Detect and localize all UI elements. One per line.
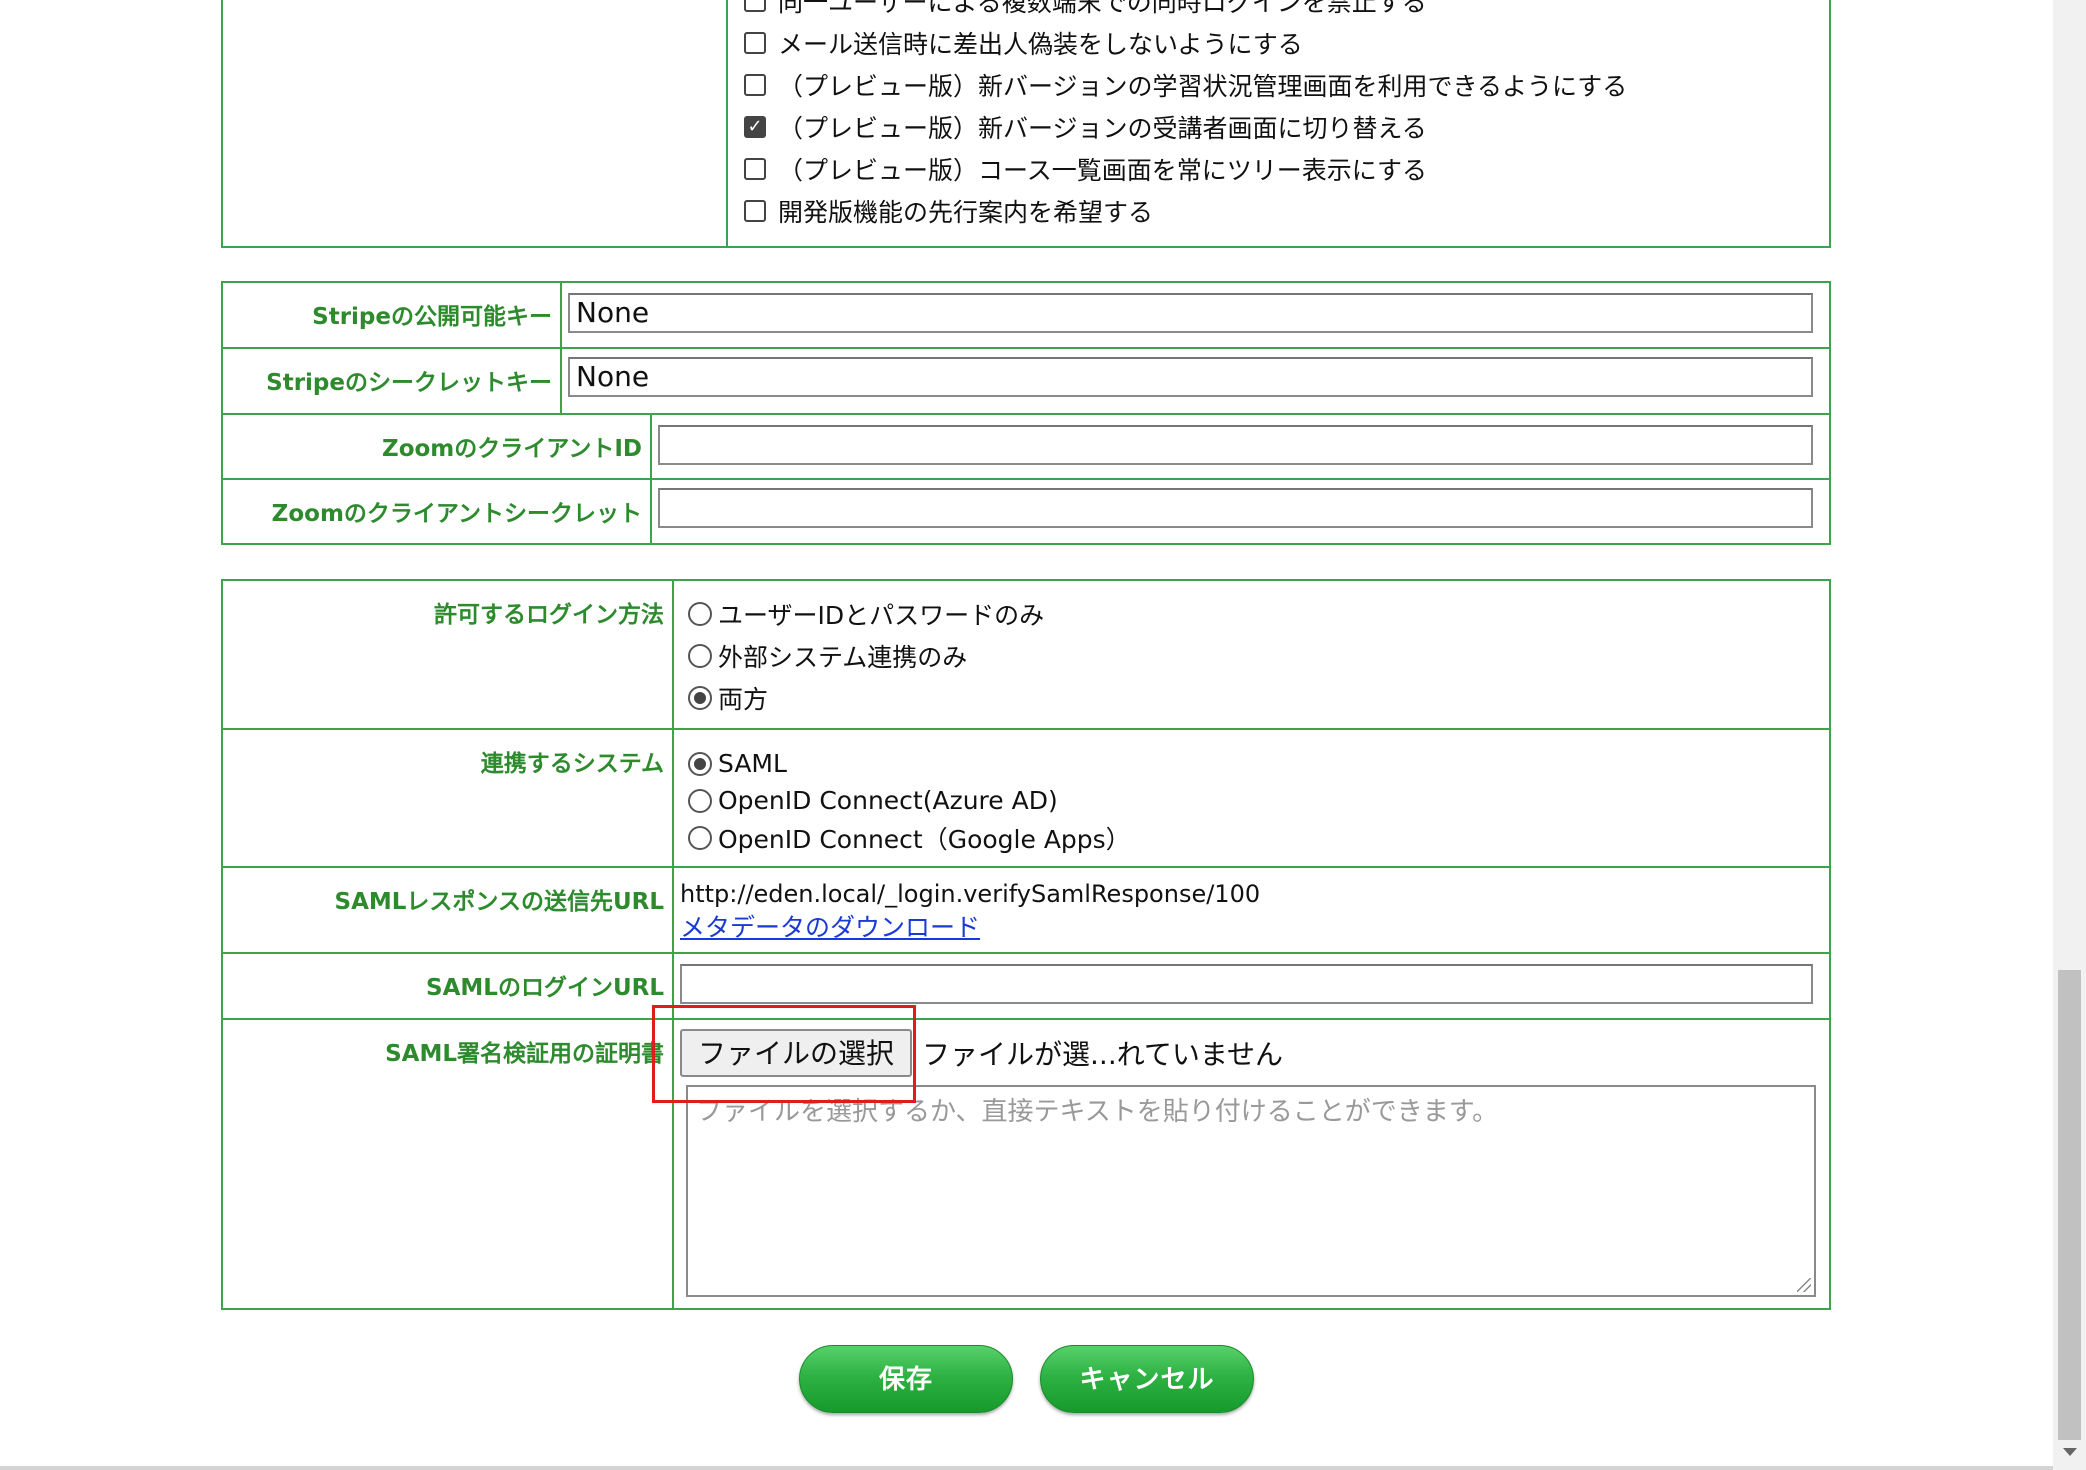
page: 同一ユーザーによる複数端末での同時ログインを禁止する メール送信時に差出人偽装を…	[0, 0, 2053, 1470]
option-row[interactable]: 開発版機能の先行案内を希望する	[728, 190, 1829, 232]
metadata-download-link[interactable]: メタデータのダウンロード	[674, 908, 1829, 944]
radio-selected[interactable]	[688, 751, 712, 776]
stripe-secret-key-label: Stripeのシークレットキー	[221, 347, 562, 415]
cert-textarea[interactable]: ファイルを選択するか、直接テキストを貼り付けることができます。	[686, 1085, 1816, 1297]
option-row[interactable]: 同一ユーザーによる複数端末での同時ログインを禁止する	[728, 0, 1829, 22]
vertical-scrollbar[interactable]	[2053, 0, 2086, 1470]
options-cell: 同一ユーザーによる複数端末での同時ログインを禁止する メール送信時に差出人偽装を…	[726, 0, 1831, 248]
zoom-client-id-input[interactable]	[658, 425, 1813, 465]
radio-label: SAML	[718, 749, 787, 778]
highlight-box	[652, 1005, 916, 1103]
linked-system-label: 連携するシステム	[221, 728, 674, 868]
zoom-client-secret-cell	[650, 478, 1831, 545]
option-row[interactable]: ✓ （プレビュー版）新バージョンの受講者画面に切り替える	[728, 106, 1829, 148]
radio-label: 外部システム連携のみ	[718, 643, 968, 672]
checkbox[interactable]	[744, 158, 766, 180]
option-label: メール送信時に差出人偽装をしないようにする	[778, 30, 1303, 59]
radio-label: OpenID Connect(Azure AD)	[718, 786, 1058, 815]
radio-option[interactable]: ユーザーIDとパスワードのみ	[674, 593, 1829, 635]
stripe-secret-key-cell: None	[560, 347, 1831, 415]
radio-option[interactable]: SAML	[674, 745, 1829, 782]
linked-system-cell: SAML OpenID Connect(Azure AD) OpenID Con…	[672, 728, 1831, 868]
zoom-client-secret-label: Zoomのクライアントシークレット	[221, 478, 652, 545]
save-button[interactable]: 保存	[799, 1345, 1013, 1413]
radio-option[interactable]: 両方	[674, 677, 1829, 719]
stripe-public-key-label: Stripeの公開可能キー	[221, 281, 562, 349]
checkbox[interactable]	[744, 32, 766, 54]
radio-selected[interactable]	[688, 686, 712, 710]
radio[interactable]	[688, 825, 712, 850]
radio-option[interactable]: OpenID Connect（Google Apps）	[674, 819, 1829, 856]
checkbox[interactable]	[744, 0, 766, 12]
saml-response-url-cell: http://eden.local/_login.verifySamlRespo…	[672, 866, 1831, 954]
radio[interactable]	[688, 644, 712, 668]
option-label: （プレビュー版）コース一覧画面を常にツリー表示にする	[778, 156, 1428, 185]
option-row[interactable]: （プレビュー版）新バージョンの学習状況管理画面を利用できるようにする	[728, 64, 1829, 106]
stripe-public-key-cell: None	[560, 281, 1831, 349]
resize-grip-icon[interactable]	[1797, 1278, 1811, 1292]
option-label: （プレビュー版）新バージョンの受講者画面に切り替える	[778, 114, 1427, 143]
radio-label: OpenID Connect（Google Apps）	[718, 824, 1131, 854]
scroll-down-arrow-icon[interactable]	[2063, 1448, 2077, 1456]
file-status: ファイルが選...れていません	[922, 1038, 1284, 1071]
radio[interactable]	[688, 788, 712, 813]
option-row[interactable]: （プレビュー版）コース一覧画面を常にツリー表示にする	[728, 148, 1829, 190]
radio-label: ユーザーIDとパスワードのみ	[718, 601, 1045, 630]
saml-response-url: http://eden.local/_login.verifySamlRespo…	[680, 880, 1261, 908]
zoom-table: ZoomのクライアントID Zoomのクライアントシークレット	[221, 413, 1831, 545]
option-label: 同一ユーザーによる複数端末での同時ログインを禁止する	[778, 0, 1427, 17]
scrollbar-thumb[interactable]	[2058, 970, 2081, 1440]
radio[interactable]	[688, 602, 712, 626]
radio-option[interactable]: 外部システム連携のみ	[674, 635, 1829, 677]
option-label: 開発版機能の先行案内を希望する	[778, 198, 1154, 227]
checkbox-checked[interactable]: ✓	[744, 116, 766, 138]
option-row[interactable]: メール送信時に差出人偽装をしないようにする	[728, 22, 1829, 64]
zoom-client-id-label: ZoomのクライアントID	[221, 413, 652, 480]
radio-option[interactable]: OpenID Connect(Azure AD)	[674, 782, 1829, 819]
login-method-cell: ユーザーIDとパスワードのみ 外部システム連携のみ 両方	[672, 579, 1831, 730]
zoom-client-secret-input[interactable]	[658, 488, 1813, 528]
stripe-secret-key-input[interactable]: None	[568, 357, 1813, 397]
saml-login-url-label: SAMLのログインURL	[221, 952, 674, 1020]
login-method-label: 許可するログイン方法	[221, 579, 674, 730]
stripe-table: Stripeの公開可能キー None Stripeのシークレットキー None	[221, 281, 1831, 415]
stripe-public-key-input[interactable]: None	[568, 293, 1813, 333]
options-label-cell	[221, 0, 728, 248]
cancel-button[interactable]: キャンセル	[1040, 1345, 1254, 1413]
option-label: （プレビュー版）新バージョンの学習状況管理画面を利用できるようにする	[778, 72, 1628, 101]
login-table: 許可するログイン方法 ユーザーIDとパスワードのみ 外部システム連携のみ 両方 …	[221, 579, 1831, 1310]
bottom-divider	[0, 1466, 2053, 1470]
radio-label: 両方	[718, 685, 769, 714]
checkbox[interactable]	[744, 74, 766, 96]
saml-login-url-input[interactable]	[680, 964, 1813, 1004]
options-table: 同一ユーザーによる複数端末での同時ログインを禁止する メール送信時に差出人偽装を…	[221, 0, 1831, 248]
checkbox[interactable]	[744, 200, 766, 222]
zoom-client-id-cell	[650, 413, 1831, 480]
saml-cert-label: SAML署名検証用の証明書	[221, 1018, 674, 1310]
saml-response-url-label: SAMLレスポンスの送信先URL	[221, 866, 674, 954]
